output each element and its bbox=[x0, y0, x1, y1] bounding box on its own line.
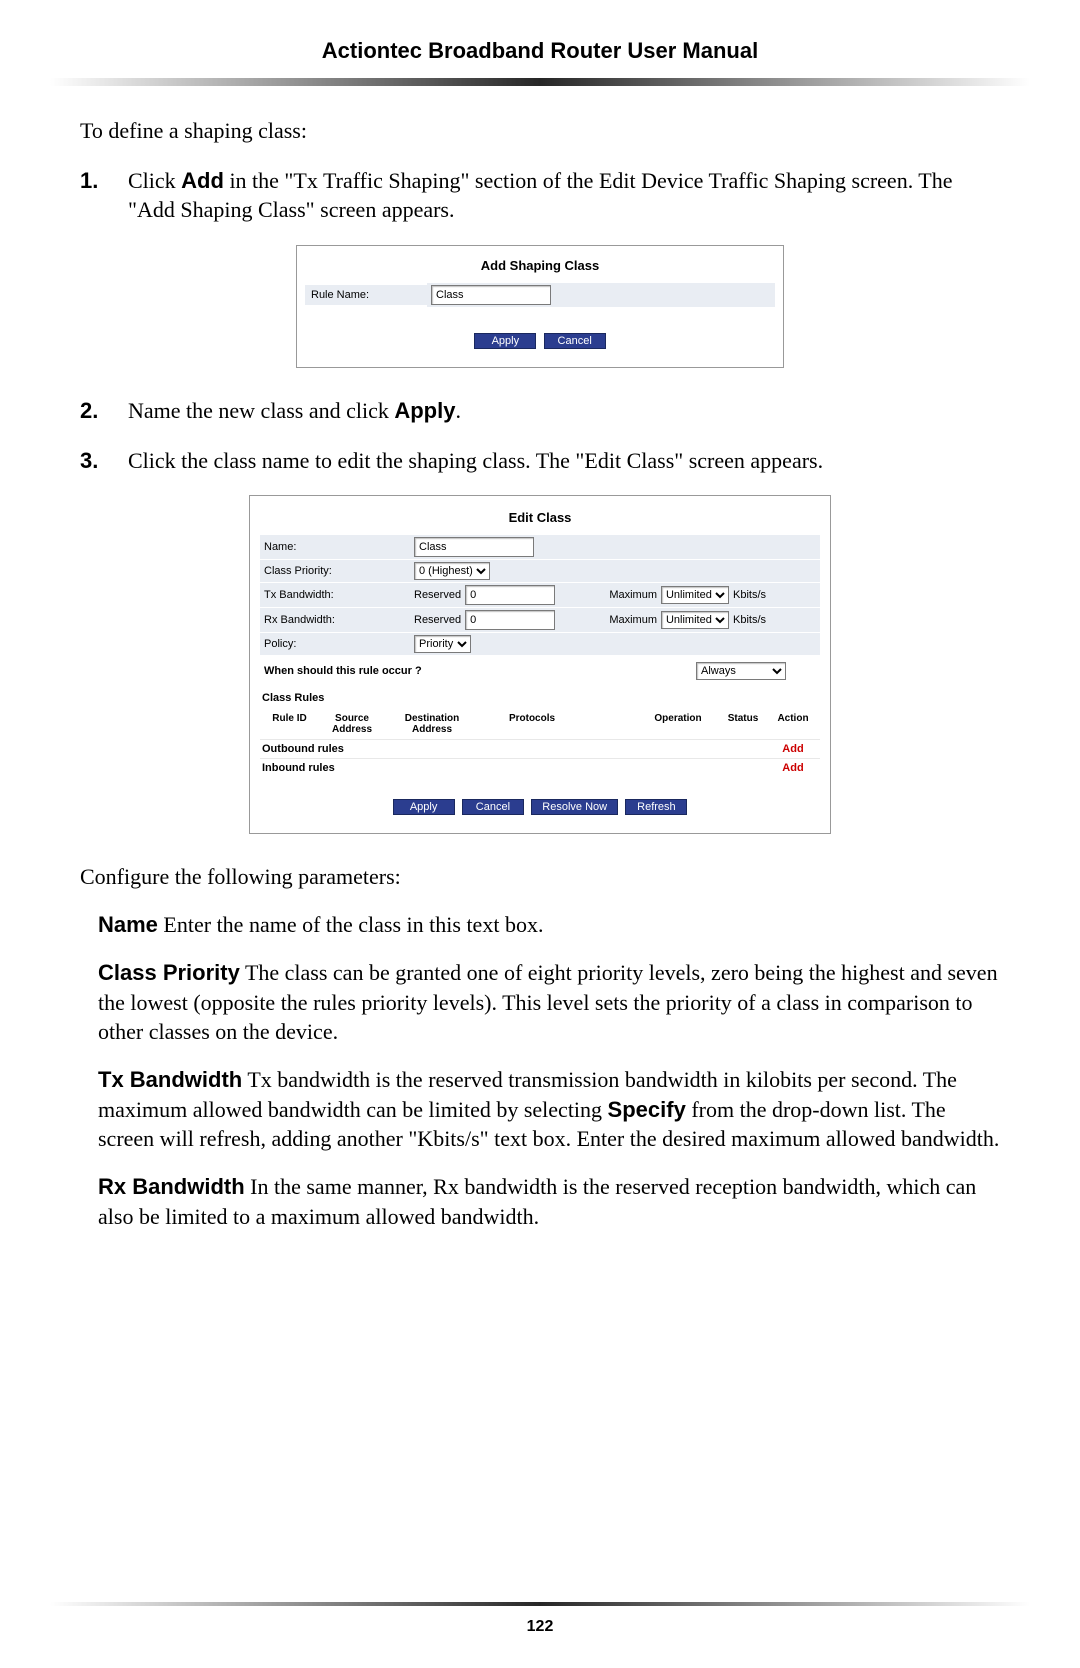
col-destination-address: Destination Address bbox=[387, 713, 477, 735]
param-rx-label: Rx Bandwidth bbox=[98, 1174, 245, 1199]
step-2: 2. Name the new class and click Apply. bbox=[80, 396, 1000, 426]
outbound-add-link[interactable]: Add bbox=[768, 743, 818, 755]
param-tx-bandwidth: Tx Bandwidth Tx bandwidth is the reserve… bbox=[98, 1065, 1000, 1154]
step-3-text: Click the class name to edit the shaping… bbox=[128, 448, 823, 473]
refresh-button[interactable]: Refresh bbox=[625, 799, 687, 815]
page-number: 122 bbox=[0, 1618, 1080, 1636]
param-priority-label: Class Priority bbox=[98, 960, 240, 985]
param-name-text: Enter the name of the class in this text… bbox=[158, 912, 544, 937]
tx-reserved-label: Reserved bbox=[414, 589, 461, 601]
inbound-add-link[interactable]: Add bbox=[768, 762, 818, 774]
when-rule-label: When should this rule occur ? bbox=[264, 665, 696, 677]
cancel-button[interactable]: Cancel bbox=[544, 333, 606, 349]
edit-apply-button[interactable]: Apply bbox=[393, 799, 455, 815]
col-action: Action bbox=[768, 713, 818, 735]
col-status: Status bbox=[718, 713, 768, 735]
footer-divider bbox=[50, 1602, 1030, 1606]
class-priority-label: Class Priority: bbox=[264, 565, 414, 577]
add-shaping-class-screenshot: Add Shaping Class Rule Name: Apply Cance… bbox=[296, 245, 784, 368]
rx-maximum-label: Maximum bbox=[609, 614, 657, 626]
step-1-number: 1. bbox=[80, 166, 98, 196]
step-2-number: 2. bbox=[80, 396, 98, 426]
page-header-title: Actiontec Broadband Router User Manual bbox=[80, 38, 1000, 64]
param-tx-label: Tx Bandwidth bbox=[98, 1067, 242, 1092]
step-3: 3. Click the class name to edit the shap… bbox=[80, 446, 1000, 476]
step-1-text-pre: Click bbox=[128, 168, 181, 193]
step-2-pre: Name the new class and click bbox=[128, 398, 394, 423]
policy-label: Policy: bbox=[264, 638, 414, 650]
col-rule-id: Rule ID bbox=[262, 713, 317, 735]
edit-class-title: Edit Class bbox=[260, 510, 820, 525]
tx-maximum-label: Maximum bbox=[609, 589, 657, 601]
step-3-number: 3. bbox=[80, 446, 98, 476]
edit-class-screenshot: Edit Class Name: Class Priority: 0 (High… bbox=[249, 495, 831, 834]
rule-name-input[interactable] bbox=[431, 285, 551, 305]
header-divider bbox=[50, 78, 1030, 86]
step-1-text-post: in the "Tx Traffic Shaping" section of t… bbox=[128, 168, 953, 223]
tx-unit: Kbits/s bbox=[733, 589, 766, 601]
step-1: 1. Click Add in the "Tx Traffic Shaping"… bbox=[80, 166, 1000, 225]
param-name-label: Name bbox=[98, 912, 158, 937]
rx-reserved-input[interactable] bbox=[465, 610, 555, 630]
tx-reserved-input[interactable] bbox=[465, 585, 555, 605]
rule-name-label: Rule Name: bbox=[305, 285, 427, 305]
class-priority-select[interactable]: 0 (Highest) bbox=[414, 562, 490, 580]
outbound-rules-row: Outbound rules Add bbox=[260, 739, 820, 758]
inbound-rules-label: Inbound rules bbox=[262, 762, 768, 774]
col-protocols: Protocols bbox=[477, 713, 587, 735]
edit-cancel-button[interactable]: Cancel bbox=[462, 799, 524, 815]
resolve-now-button[interactable]: Resolve Now bbox=[531, 799, 618, 815]
add-shaping-title: Add Shaping Class bbox=[305, 258, 775, 273]
rx-maximum-select[interactable]: Unlimited bbox=[661, 611, 729, 629]
step-2-post: . bbox=[455, 398, 461, 423]
policy-select[interactable]: Priority bbox=[414, 635, 471, 653]
outbound-rules-label: Outbound rules bbox=[262, 743, 768, 755]
when-rule-select[interactable]: Always bbox=[696, 662, 786, 680]
col-source-address: Source Address bbox=[317, 713, 387, 735]
param-name: Name Enter the name of the class in this… bbox=[98, 910, 1000, 940]
rx-bandwidth-label: Rx Bandwidth: bbox=[264, 614, 414, 626]
intro-text: To define a shaping class: bbox=[80, 116, 1000, 146]
col-operation: Operation bbox=[638, 713, 718, 735]
configure-intro: Configure the following parameters: bbox=[80, 862, 1000, 892]
step-2-bold: Apply bbox=[394, 398, 455, 423]
class-rules-header: Class Rules bbox=[260, 687, 820, 709]
rx-unit: Kbits/s bbox=[733, 614, 766, 626]
tx-maximum-select[interactable]: Unlimited bbox=[661, 586, 729, 604]
tx-bandwidth-label: Tx Bandwidth: bbox=[264, 589, 414, 601]
param-tx-bold: Specify bbox=[608, 1097, 686, 1122]
param-class-priority: Class Priority The class can be granted … bbox=[98, 958, 1000, 1047]
rx-reserved-label: Reserved bbox=[414, 614, 461, 626]
apply-button[interactable]: Apply bbox=[474, 333, 536, 349]
class-name-input[interactable] bbox=[414, 537, 534, 557]
param-rx-bandwidth: Rx Bandwidth In the same manner, Rx band… bbox=[98, 1172, 1000, 1231]
step-1-bold: Add bbox=[181, 168, 224, 193]
name-label: Name: bbox=[264, 541, 414, 553]
inbound-rules-row: Inbound rules Add bbox=[260, 758, 820, 777]
rules-table-header: Rule ID Source Address Destination Addre… bbox=[260, 709, 820, 739]
